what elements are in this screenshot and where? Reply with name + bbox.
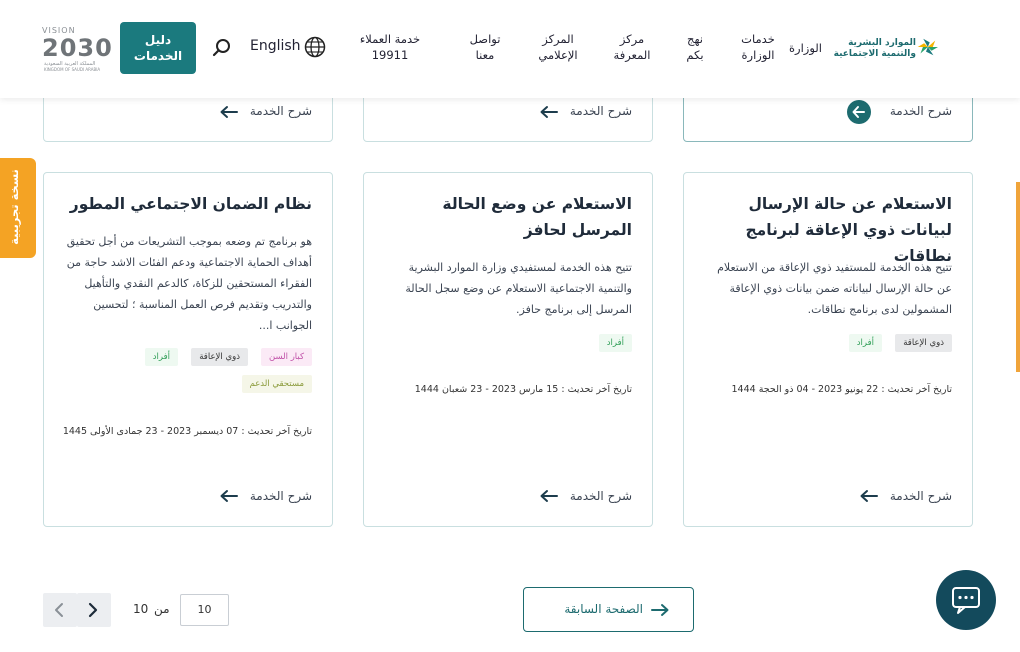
arrow-right-icon bbox=[651, 604, 669, 616]
nav-nahj-bikum[interactable]: نهج بكم bbox=[682, 31, 708, 63]
ministry-name: الموارد البشرية والتنمية الاجتماعية bbox=[833, 38, 916, 59]
services-guide-button[interactable]: دليل الخدمات bbox=[120, 22, 196, 74]
site-header: الموارد البشرية والتنمية الاجتماعية الوز… bbox=[0, 0, 1020, 98]
explain-link[interactable]: شرح الخدمة bbox=[250, 489, 312, 503]
previous-page-button[interactable]: الصفحة السابقة bbox=[523, 587, 694, 632]
language-switch[interactable]: English bbox=[250, 38, 301, 54]
tag: ذوي الإعاقة bbox=[895, 334, 952, 352]
next-arrow-button[interactable] bbox=[77, 593, 111, 627]
tag: ذوي الإعاقة bbox=[191, 348, 248, 366]
card-description: تتيح هذه الخدمة للمستفيد ذوي الإعاقة من … bbox=[717, 261, 952, 316]
card-description: تتيح هذه الخدمة لمستفيدي وزارة الموارد ا… bbox=[405, 261, 632, 316]
card-title[interactable]: نظام الضمان الاجتماعي المطور bbox=[62, 191, 312, 217]
card-title[interactable]: الاستعلام عن وضع الحالة المرسل لحافز bbox=[382, 191, 632, 243]
globe-icon[interactable] bbox=[304, 36, 326, 58]
tag: أفراد bbox=[598, 334, 632, 352]
nav-ministry[interactable]: الوزارة bbox=[789, 40, 822, 56]
nav-knowledge-center[interactable]: مركز المعرفة bbox=[610, 31, 654, 63]
last-updated: تاريخ آخر تحديث : 22 يونيو 2023 - 04 ذو … bbox=[731, 384, 953, 395]
trial-version-tab[interactable]: نسخة تجريبية bbox=[0, 158, 36, 258]
chevron-right-icon bbox=[88, 602, 98, 618]
service-card[interactable]: الاستعلام عن وضع الحالة المرسل لحافز تتي… bbox=[363, 172, 653, 527]
arrow-left-icon[interactable] bbox=[859, 489, 879, 503]
card-description: هو برنامج تم وضعه بموجب التشريعات من أجل… bbox=[66, 235, 312, 332]
vision-2030-logo[interactable]: VISION 2030 المملكة العربية السعودية KIN… bbox=[42, 24, 112, 72]
last-updated: تاريخ آخر تحديث : 07 ديسمبر 2023 - 23 جم… bbox=[62, 426, 312, 437]
tag: أفراد bbox=[144, 348, 178, 366]
prev-arrow-button[interactable] bbox=[43, 593, 77, 627]
nav-ministry-services[interactable]: خدمات الوزارة bbox=[736, 31, 780, 63]
arrow-left-icon[interactable] bbox=[219, 489, 239, 503]
last-updated: تاريخ آخر تحديث : 15 مارس 2023 - 23 شعبا… bbox=[414, 384, 632, 395]
page-number-input[interactable]: 10 bbox=[180, 594, 229, 626]
chat-button[interactable] bbox=[936, 570, 996, 630]
explain-link[interactable]: شرح الخدمة bbox=[890, 104, 952, 118]
explain-link[interactable]: شرح الخدمة bbox=[570, 104, 632, 118]
nav-contact-us[interactable]: تواصل معنا bbox=[465, 31, 505, 63]
chat-bubble-icon bbox=[952, 587, 980, 614]
arrow-left-icon[interactable] bbox=[219, 105, 239, 119]
tag: مستحقي الدعم bbox=[241, 375, 312, 393]
scrollbar-thumb[interactable] bbox=[1016, 182, 1020, 372]
nav-media-center[interactable]: المركز الإعلامي bbox=[533, 31, 583, 63]
nav-customer-service[interactable]: خدمة العملاء 19911 bbox=[352, 31, 428, 63]
search-icon[interactable] bbox=[212, 38, 232, 58]
chevron-left-icon bbox=[55, 603, 63, 617]
arrow-left-circle-icon[interactable] bbox=[846, 99, 872, 125]
explain-link[interactable]: شرح الخدمة bbox=[570, 489, 632, 503]
arrow-left-icon[interactable] bbox=[539, 489, 559, 503]
arrow-left-icon[interactable] bbox=[539, 105, 559, 119]
service-card[interactable]: الاستعلام عن حالة الإرسال لبيانات ذوي ال… bbox=[683, 172, 973, 527]
of-label: من bbox=[154, 602, 170, 616]
ministry-logo[interactable] bbox=[914, 24, 974, 70]
tag: كبار السن bbox=[260, 348, 312, 366]
explain-link[interactable]: شرح الخدمة bbox=[250, 104, 312, 118]
explain-link[interactable]: شرح الخدمة bbox=[890, 489, 952, 503]
total-pages: 10 bbox=[133, 602, 149, 616]
tag: أفراد bbox=[848, 334, 882, 352]
service-card[interactable]: نظام الضمان الاجتماعي المطور هو برنامج ت… bbox=[43, 172, 333, 527]
